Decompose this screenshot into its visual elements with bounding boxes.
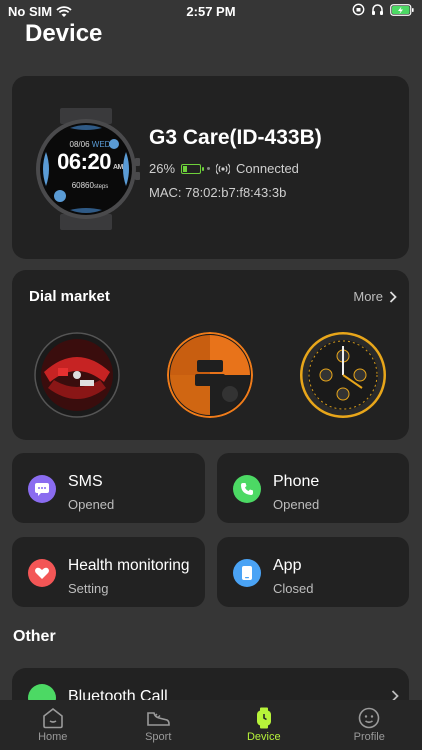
app-icon [233,559,261,587]
mac-address: MAC: 78:02:b7:f8:43:3b [149,185,287,200]
battery-charging-icon [390,3,414,16]
device-status-row: 26% Connected [149,161,299,176]
more-label: More [353,289,383,304]
tile-subtitle: Opened [68,497,115,512]
dial-market-card: Dial market More [12,270,409,440]
other-section-title: Other [13,628,56,645]
watch-date: 08/06 [69,140,90,149]
signal-broadcast-icon [216,163,231,174]
heart-icon [28,559,56,587]
tile-title: Phone [273,473,320,490]
profile-icon [358,707,380,729]
battery-fill [183,165,188,172]
orientation-lock-icon [352,3,365,16]
watch-steps: 60860 [71,181,94,190]
tab-home[interactable]: Home [0,700,106,750]
message-icon [28,475,56,503]
watch-day: WED [91,140,111,149]
tab-label: Device [246,731,281,743]
dial-market-title: Dial market [29,288,110,305]
health-monitoring-tile[interactable]: Health monitoring Setting [12,537,205,607]
phone-icon [233,475,261,503]
watch-time: 06:20 [57,149,111,174]
separator-dot [207,167,211,170]
home-icon [42,707,63,729]
connection-status: Connected [236,161,299,176]
app-tile[interactable]: App Closed [217,537,409,607]
watch-steps-unit: steps [93,184,109,190]
battery-percent: 26% [149,161,176,176]
tab-device[interactable]: Device [211,700,317,750]
chevron-right-icon [389,290,397,303]
tile-title: SMS [68,473,103,490]
watch-icon [256,707,271,729]
tab-profile[interactable]: Profile [317,700,422,750]
tile-subtitle: Closed [273,581,314,596]
watch-screen-text: 08/06 WED 06:20 AM 60860steps [54,140,126,190]
device-name: G3 Care(ID-433B) [149,126,322,149]
dial-face-orange[interactable] [167,332,253,418]
watch-ampm: AM [112,164,123,171]
tile-subtitle: Setting [68,581,109,596]
headphones-icon [372,4,383,15]
tab-bar: Home Sport Device Profile [0,700,422,750]
tab-label: Sport [145,731,172,743]
device-card[interactable]: 08/06 WED 06:20 AM 60860steps G3 Care(ID-… [12,76,409,259]
tile-subtitle: Opened [273,497,320,512]
tab-label: Profile [353,731,385,743]
tab-sport[interactable]: Sport [106,700,212,750]
dial-face-red[interactable] [34,332,120,418]
tab-label: Home [38,731,68,743]
sport-shoe-icon [147,712,171,726]
page-title: Device [25,20,103,47]
tile-title: App [273,557,302,574]
sms-tile[interactable]: SMS Opened [12,453,205,523]
phone-tile[interactable]: Phone Opened [217,453,409,523]
dial-face-yellow[interactable] [300,332,386,418]
dial-more-link[interactable]: More [353,289,397,304]
tile-title: Health monitoring [68,557,190,574]
battery-icon [181,163,205,174]
status-right [352,3,414,16]
